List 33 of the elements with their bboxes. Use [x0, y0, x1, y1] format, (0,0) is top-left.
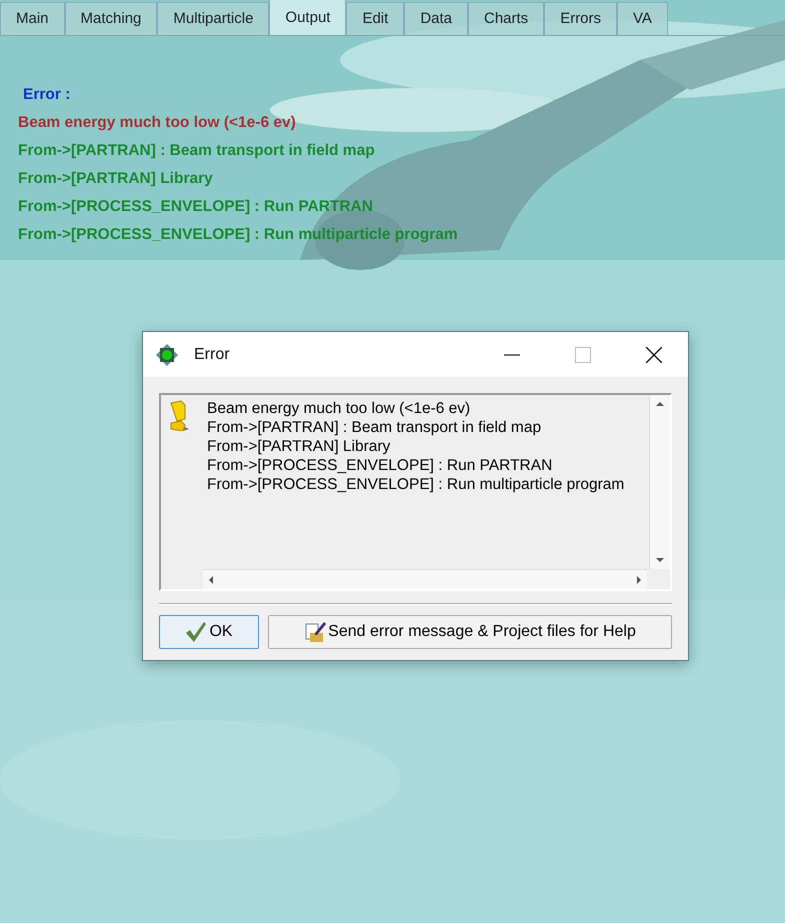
scroll-up-icon[interactable] [656, 400, 664, 408]
tab[interactable]: Multiparticle [157, 2, 270, 35]
message-line: Beam energy much too low (<1e-6 ev) [207, 399, 472, 418]
error-message: Beam energy much too low (<1e-6 ev) [18, 113, 296, 133]
tab[interactable]: VA [617, 2, 668, 35]
message-line: From->[PARTRAN] Library [207, 437, 392, 456]
scroll-down-icon[interactable] [656, 556, 664, 564]
tab[interactable]: Charts [468, 2, 544, 35]
dialog-title: Error [194, 346, 231, 364]
error-heading: Error : [23, 85, 70, 105]
trace-line: From->[PARTRAN] Library [18, 169, 213, 189]
tab[interactable]: Data [404, 2, 468, 35]
message-line: From->[PROCESS_ENVELOPE] : Run PARTRAN [207, 456, 554, 475]
app-icon [155, 342, 179, 366]
trace-line: From->[PARTRAN] : Beam transport in field map [18, 141, 375, 161]
tab[interactable]: Main [0, 2, 65, 35]
tab[interactable]: Output [269, 0, 346, 35]
document-pen-icon [304, 621, 326, 643]
message-line: From->[PROCESS_ENVELOPE] : Run multiparticle program [207, 475, 624, 494]
tab[interactable]: Edit [346, 2, 404, 35]
scroll-left-icon[interactable] [207, 576, 215, 584]
message-line: From->[PARTRAN] : Beam transport in field map [207, 418, 542, 437]
close-icon[interactable] [646, 346, 662, 362]
checkmark-icon [185, 621, 208, 643]
send-button[interactable]: Send error message & Project files for Help [268, 615, 672, 649]
vertical-scrollbar[interactable] [649, 395, 670, 569]
scroll-right-icon[interactable] [635, 576, 643, 584]
tab[interactable]: Errors [544, 2, 618, 35]
ok-button[interactable]: OK [159, 615, 259, 649]
tab[interactable]: Matching [64, 2, 158, 35]
trace-line: From->[PROCESS_ENVELOPE] : Run multiparticle program [18, 225, 458, 245]
trace-line: From->[PROCESS_ENVELOPE] : Run PARTRAN [18, 197, 373, 217]
horizontal-scrollbar[interactable] [203, 569, 647, 589]
